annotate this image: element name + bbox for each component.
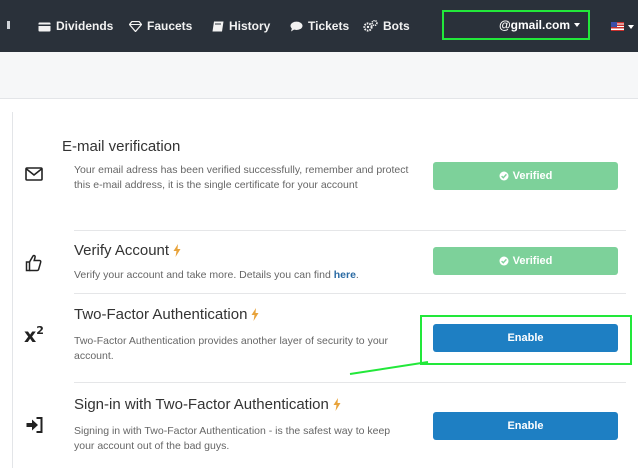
email-verified-button[interactable]: Verified (433, 162, 618, 190)
two-factor-signin-enable-button[interactable]: Enable (433, 412, 618, 440)
account-verified-button[interactable]: Verified (433, 247, 618, 275)
nav-item-bots[interactable]: Bots (363, 0, 410, 52)
chevron-down-icon (574, 23, 580, 27)
row-divider (74, 293, 626, 294)
top-navbar: Dividends Faucets History Tickets Bots @… (0, 0, 638, 52)
nav-edge-fragment (7, 21, 10, 29)
nav-item-dividends[interactable]: Dividends (38, 0, 113, 52)
two-factor-signin-enable-button-label: Enable (507, 420, 544, 432)
account-email: @gmail.com (498, 18, 570, 32)
superscript-icon: x2 (24, 324, 44, 347)
two-factor-signin-title: Sign-in with Two-Factor Authentication (74, 396, 341, 413)
nav-label-history: History (229, 19, 271, 33)
book-icon (212, 21, 224, 31)
page-subheader (0, 52, 638, 99)
email-verification-title-text: E-mail verification (62, 138, 181, 155)
sign-in-icon (26, 417, 43, 433)
two-factor-signin-title-text: Sign-in with Two-Factor Authentication (74, 396, 329, 413)
verify-account-title-text: Verify Account (74, 242, 170, 259)
language-chevron-down-icon[interactable] (628, 25, 634, 29)
row-divider (74, 230, 626, 231)
diamond-icon (129, 20, 142, 32)
highlight-annotation-line (349, 361, 429, 375)
two-factor-signin-description: Signing in with Two-Factor Authenticatio… (74, 425, 391, 452)
chat-icon (290, 21, 303, 31)
row-divider (74, 382, 626, 383)
verify-account-description-text: Verify your account and take more. Detai… (74, 269, 334, 281)
check-circle-icon (499, 256, 509, 266)
us-flag-icon[interactable] (611, 22, 624, 31)
two-factor-title: Two-Factor Authentication (74, 306, 259, 323)
wallet-icon (38, 22, 51, 31)
nav-item-history[interactable]: History (212, 0, 270, 52)
details-link[interactable]: here (334, 269, 356, 281)
nav-label-faucets: Faucets (147, 19, 193, 33)
nav-label-dividends: Dividends (56, 19, 114, 33)
email-verification-title: E-mail verification (62, 138, 180, 155)
bolt-icon (333, 398, 341, 411)
envelope-icon (25, 167, 43, 181)
thumbs-up-icon (25, 254, 42, 272)
nav-label-bots: Bots (383, 19, 410, 33)
nav-item-faucets[interactable]: Faucets (129, 0, 192, 52)
nav-label-tickets: Tickets (308, 19, 350, 33)
nav-item-tickets[interactable]: Tickets (290, 0, 349, 52)
bolt-icon (251, 308, 259, 321)
verify-account-title: Verify Account (74, 242, 181, 259)
cogs-icon (363, 20, 378, 32)
verify-account-description: Verify your account and take more. Detai… (74, 268, 434, 283)
email-verified-button-label: Verified (512, 170, 553, 182)
verify-account-description-end: . (355, 269, 359, 281)
bolt-icon (173, 244, 181, 257)
account-verified-button-label: Verified (512, 255, 553, 267)
highlight-annotation-box (420, 315, 632, 365)
check-circle-icon (499, 171, 509, 181)
email-verification-description: Your email adress has been verified succ… (74, 164, 409, 191)
account-dropdown[interactable]: @gmail.com (442, 10, 590, 40)
two-factor-title-text: Two-Factor Authentication (74, 306, 248, 323)
